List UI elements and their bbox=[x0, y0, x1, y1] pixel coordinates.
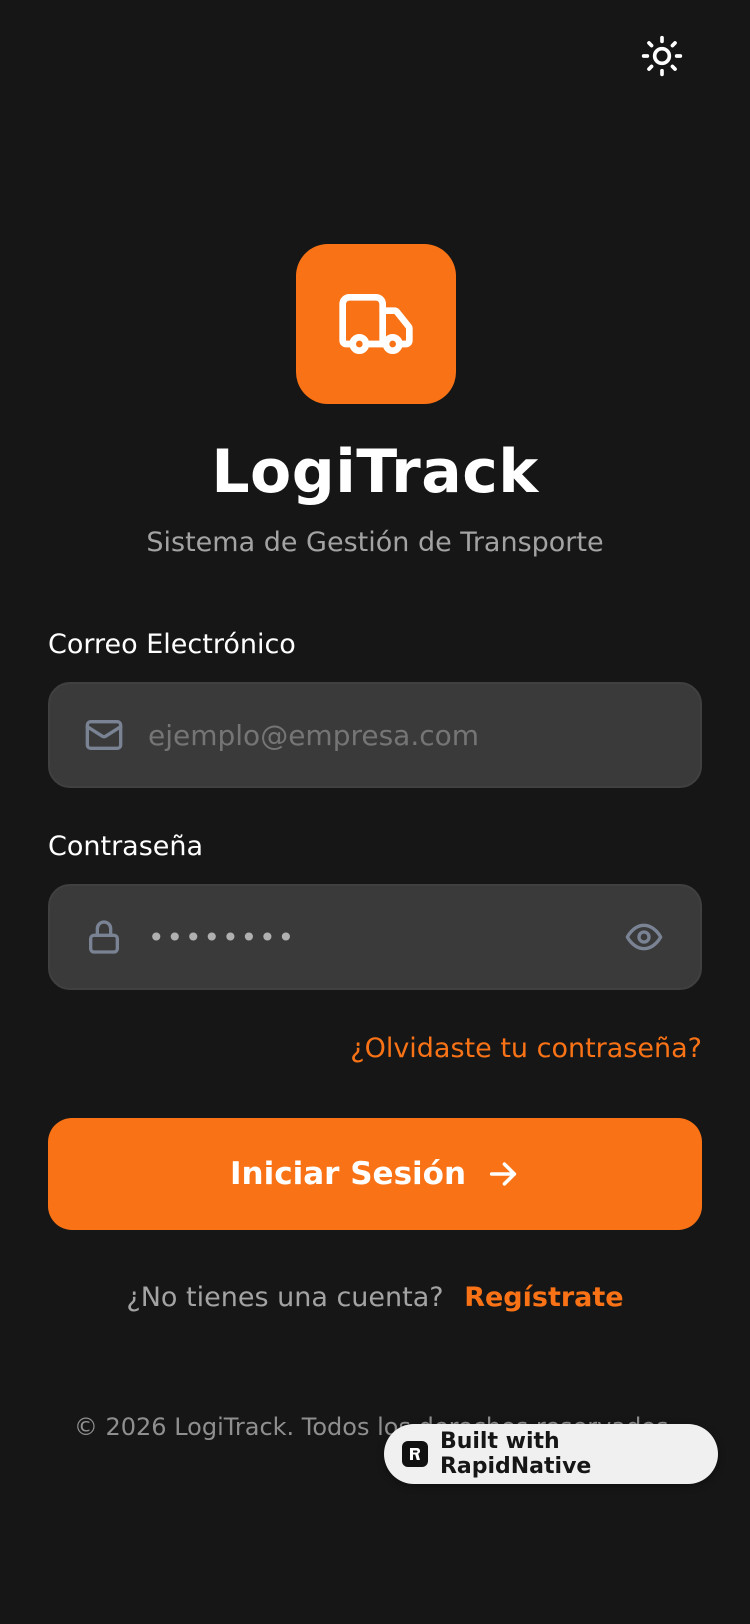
password-input[interactable]: •••••••• bbox=[148, 921, 620, 954]
eye-icon[interactable] bbox=[620, 913, 668, 961]
rapidnative-logo-icon bbox=[402, 1441, 428, 1467]
app-subtitle: Sistema de Gestión de Transporte bbox=[146, 527, 604, 558]
signup-link[interactable]: Regístrate bbox=[464, 1282, 623, 1313]
email-label: Correo Electrónico bbox=[48, 629, 296, 660]
password-field[interactable]: •••••••• bbox=[48, 884, 702, 990]
login-button[interactable]: Iniciar Sesión bbox=[48, 1118, 702, 1230]
password-label: Contraseña bbox=[48, 831, 204, 862]
theme-toggle-button[interactable] bbox=[637, 31, 687, 81]
forgot-password-link[interactable]: ¿Olvidaste tu contraseña? bbox=[350, 1031, 702, 1067]
signup-row: ¿No tienes una cuenta? Regístrate bbox=[0, 1280, 750, 1316]
app-logo bbox=[296, 244, 456, 404]
truck-icon bbox=[339, 294, 413, 354]
signup-prompt: ¿No tienes una cuenta? bbox=[126, 1282, 444, 1313]
mail-icon bbox=[82, 713, 126, 757]
badge-label: Built with RapidNative bbox=[439, 1429, 592, 1479]
login-button-label: Iniciar Sesión bbox=[229, 1156, 467, 1192]
lock-icon bbox=[82, 915, 126, 959]
arrow-right-icon bbox=[489, 1162, 517, 1186]
email-input[interactable] bbox=[148, 718, 700, 752]
login-screen: LogiTrack Sistema de Gestión de Transpor… bbox=[0, 0, 750, 1624]
rapidnative-badge[interactable]: Built with RapidNative bbox=[384, 1424, 718, 1484]
email-field[interactable] bbox=[48, 682, 702, 788]
sun-icon bbox=[641, 35, 683, 77]
app-title: LogiTrack bbox=[211, 437, 539, 507]
